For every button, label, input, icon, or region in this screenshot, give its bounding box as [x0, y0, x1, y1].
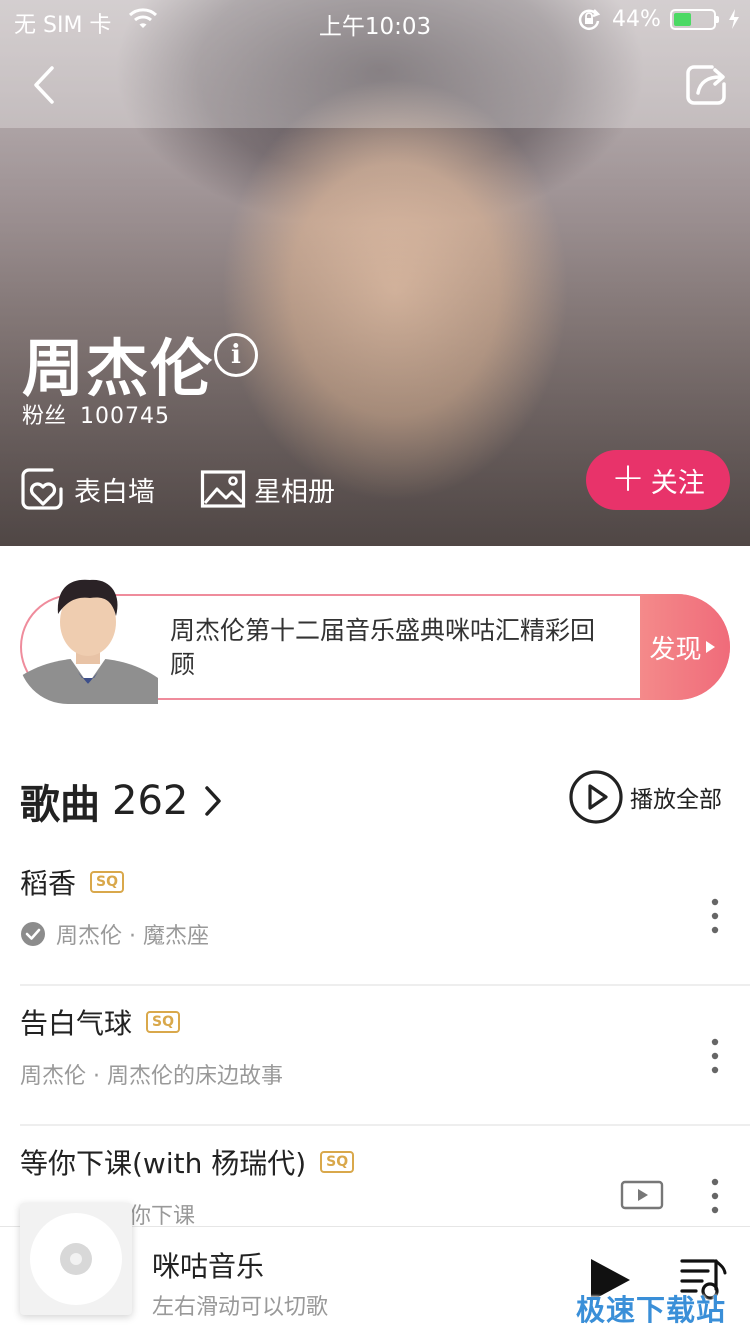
player-subtitle: 左右滑动可以切歌: [152, 1295, 329, 1320]
check-circle-icon: [21, 922, 45, 946]
sq-badge: SQ: [90, 871, 124, 893]
play-circle-icon: [569, 770, 623, 824]
heart-card-icon: [21, 468, 63, 510]
more-vertical-icon[interactable]: [700, 1176, 730, 1216]
more-vertical-icon[interactable]: [700, 1036, 730, 1076]
banner-artist-photo: [18, 560, 158, 704]
watermark: 极速下载站: [576, 1293, 727, 1327]
info-icon[interactable]: i: [214, 333, 258, 377]
follow-button[interactable]: + 关注: [586, 450, 730, 510]
fans-label: 粉丝: [22, 404, 67, 429]
songs-title: 歌曲: [20, 782, 100, 828]
share-icon[interactable]: [682, 62, 730, 108]
battery-level: [674, 13, 691, 26]
chevron-right-icon: [205, 786, 222, 816]
song-subtitle: 周杰伦 · 魔杰座: [20, 918, 209, 950]
battery-icon: [670, 9, 719, 30]
disc-hole: [70, 1253, 82, 1265]
charging-icon: [729, 9, 739, 29]
mini-player[interactable]: 咪咕音乐 左右滑动可以切歌 极速下载站: [0, 1203, 750, 1334]
follow-label: 关注: [650, 467, 705, 499]
album-label: 星相册: [254, 476, 335, 508]
song-title-text: 告白气球: [20, 1007, 133, 1040]
song-title-text: 稻香: [20, 867, 77, 900]
song-title: 告白气球 SQ: [20, 1002, 180, 1042]
plus-icon: +: [611, 455, 645, 501]
album-button[interactable]: 星相册: [200, 466, 335, 512]
player-title: 咪咕音乐: [152, 1250, 265, 1283]
battery-percent: 44%: [612, 7, 661, 32]
discover-label: 发现: [649, 634, 702, 665]
song-subtitle: 周杰伦 · 周杰伦的床边故事: [20, 1058, 283, 1090]
video-icon[interactable]: [620, 1180, 664, 1210]
sq-badge: SQ: [146, 1011, 180, 1033]
image-icon: [200, 470, 246, 508]
rotation-lock-icon: [578, 9, 601, 30]
artist-name: 周杰伦: [22, 332, 215, 405]
song-subtitle-text: 周杰伦 · 魔杰座: [56, 924, 209, 949]
artist-header: 无 SIM 卡 上午10:03 44% 周杰伦 i 粉丝 100745 表白墙 …: [0, 0, 750, 546]
back-icon[interactable]: [26, 60, 66, 110]
song-title: 稻香 SQ: [20, 862, 124, 902]
song-title-text: 等你下课(with 杨瑞代): [20, 1147, 307, 1180]
fans-number: 100745: [80, 404, 170, 429]
discover-button[interactable]: 发现: [640, 594, 730, 700]
disc-icon: [30, 1213, 122, 1305]
song-subtitle-text: 周杰伦 · 周杰伦的床边故事: [20, 1064, 283, 1089]
disc-center: [60, 1243, 92, 1275]
confess-wall-label: 表白墙: [74, 476, 155, 508]
confess-wall-button[interactable]: 表白墙: [20, 466, 155, 512]
triangle-right-icon: [705, 641, 715, 653]
banner-text: 周杰伦第十二届音乐盛典咪咕汇精彩回顾: [170, 616, 596, 679]
album-cover[interactable]: [20, 1203, 132, 1315]
songs-header[interactable]: 歌曲 262: [20, 772, 224, 830]
fans-count: 粉丝 100745: [22, 398, 170, 430]
promo-banner[interactable]: 周杰伦第十二届音乐盛典咪咕汇精彩回顾 发现: [18, 579, 730, 704]
song-title: 等你下课(with 杨瑞代) SQ: [20, 1142, 355, 1182]
status-bar: 无 SIM 卡 上午10:03 44%: [0, 0, 750, 40]
play-all-label: 播放全部: [630, 787, 722, 813]
play-all-button[interactable]: 播放全部: [568, 768, 722, 826]
more-vertical-icon[interactable]: [700, 896, 730, 936]
songs-count: 262: [112, 778, 189, 824]
sq-badge: SQ: [320, 1151, 355, 1173]
song-row[interactable]: 稻香 SQ 周杰伦 · 魔杰座: [20, 846, 750, 986]
song-row[interactable]: 告白气球 SQ 周杰伦 · 周杰伦的床边故事: [20, 986, 750, 1126]
